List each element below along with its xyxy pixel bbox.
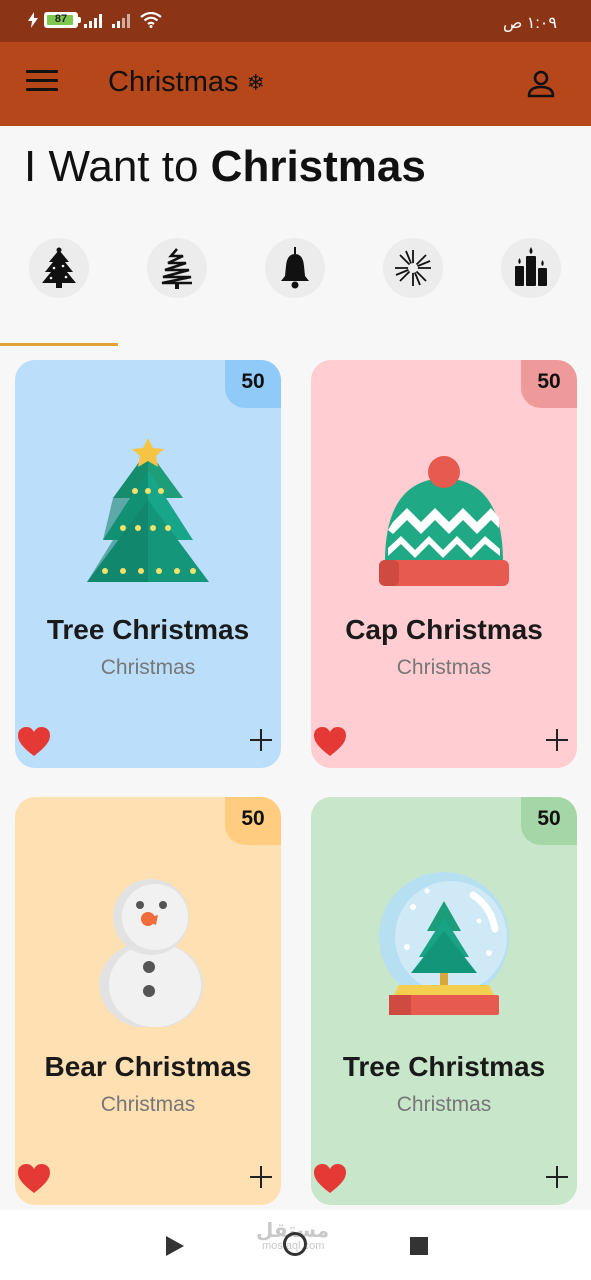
decorated-tree-icon <box>42 247 76 288</box>
recents-square-icon[interactable] <box>410 1237 428 1255</box>
wifi-icon <box>140 12 162 28</box>
person-icon <box>527 70 555 98</box>
count-badge: 50 <box>225 360 281 408</box>
add-icon[interactable] <box>247 1163 275 1191</box>
product-card[interactable]: 50 Tree Christmas Christmas <box>311 797 577 1205</box>
product-card[interactable]: 50 Tree Christmas Christmas <box>15 360 281 768</box>
home-circle-icon[interactable] <box>283 1232 307 1256</box>
page-title-bold: Christmas <box>210 142 426 191</box>
count-badge: 50 <box>225 797 281 845</box>
category-tabs <box>0 238 591 300</box>
heart-icon[interactable] <box>17 726 51 758</box>
charging-icon <box>28 12 38 28</box>
add-icon[interactable] <box>543 726 571 754</box>
page-title-light: I Want to <box>24 142 199 191</box>
product-name: Tree Christmas <box>46 614 250 645</box>
sketch-tree-icon <box>161 248 192 289</box>
snowman-illustration <box>99 879 203 1027</box>
product-category: Christmas <box>100 656 196 679</box>
product-card[interactable]: 50 Cap Christmas Christmas <box>311 360 577 768</box>
heart-icon[interactable] <box>17 1163 51 1195</box>
product-category: Christmas <box>100 1093 196 1116</box>
status-icons: 87 <box>28 12 162 28</box>
signal-icon <box>84 14 102 28</box>
app-title: Christmas ❄ <box>108 66 265 99</box>
heart-icon[interactable] <box>313 1163 347 1195</box>
battery-level: 87 <box>54 13 68 25</box>
product-name: Cap Christmas <box>345 614 543 645</box>
bell-icon <box>281 247 309 289</box>
app-bar: Christmas ❄ <box>0 42 591 126</box>
status-time: ١:٠٩ ص <box>502 15 557 32</box>
status-bar: 87 ١:٠٩ ص <box>0 0 591 42</box>
product-name: Tree Christmas <box>342 1051 546 1082</box>
candles-icon <box>515 247 547 286</box>
tab-fireworks[interactable] <box>383 238 443 298</box>
active-tab-indicator <box>0 343 118 346</box>
heart-icon[interactable] <box>313 726 347 758</box>
profile-button[interactable] <box>525 68 557 100</box>
christmas-tree-illustration <box>87 438 209 582</box>
snowflake-icon: ❄ <box>246 69 265 95</box>
product-name: Bear Christmas <box>44 1051 252 1082</box>
signal-2-icon <box>112 14 130 28</box>
product-category: Christmas <box>396 1093 492 1116</box>
count-badge: 50 <box>521 360 577 408</box>
add-icon[interactable] <box>247 726 275 754</box>
tab-candles[interactable] <box>501 238 561 298</box>
product-card[interactable]: 50 Bear Christmas Christmas <box>15 797 281 1205</box>
battery-icon: 87 <box>44 12 81 28</box>
product-category: Christmas <box>396 656 492 679</box>
count-badge: 50 <box>521 797 577 845</box>
snow-globe-illustration <box>379 872 509 1015</box>
add-icon[interactable] <box>543 1163 571 1191</box>
firework-icon <box>395 250 431 286</box>
menu-icon <box>26 70 58 73</box>
tab-bell[interactable] <box>265 238 325 298</box>
tab-pine-tree[interactable] <box>147 238 207 298</box>
app-title-text: Christmas <box>108 66 239 98</box>
winter-cap-illustration <box>379 456 509 586</box>
system-nav-bar: مستقل mostaql.com <box>0 1210 591 1280</box>
menu-button[interactable] <box>26 70 58 98</box>
back-triangle-icon[interactable] <box>166 1236 184 1256</box>
page-title: I Want to Christmas <box>24 142 426 192</box>
tab-christmas-tree[interactable] <box>29 238 89 298</box>
